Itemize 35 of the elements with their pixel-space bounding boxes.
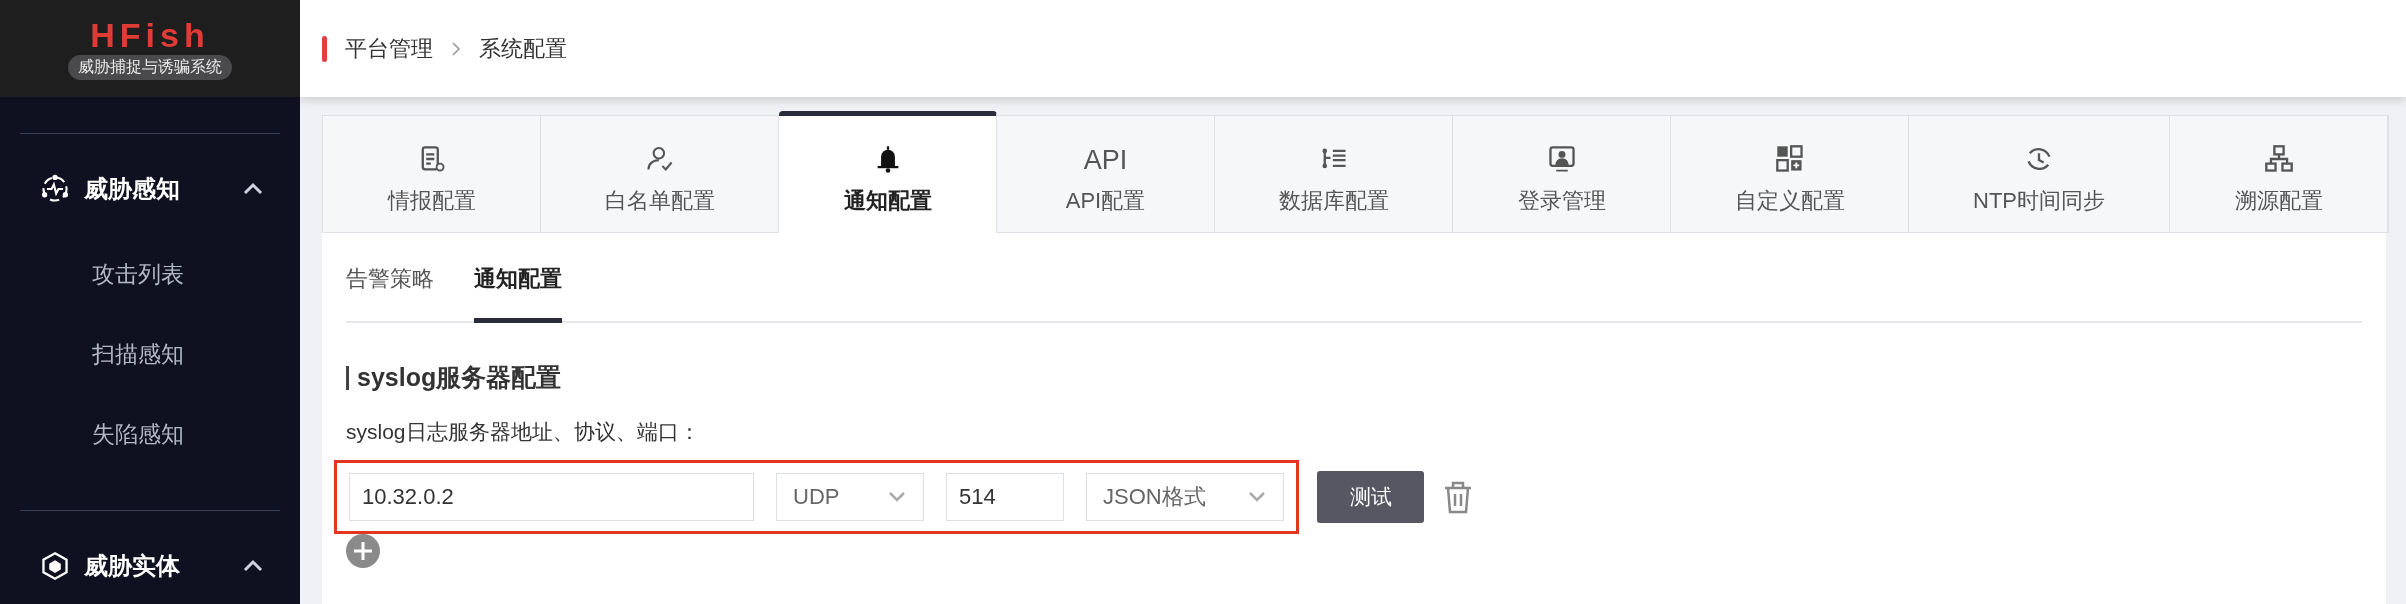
monitor-user-icon	[1546, 144, 1577, 174]
logo-subtitle: 威胁捕捉与诱骗系统	[68, 55, 232, 80]
network-icon	[2263, 144, 2294, 174]
menu-group-title[interactable]: 威胁感知	[84, 173, 242, 205]
protocol-dropdown[interactable]: UDP	[776, 473, 924, 521]
tab[interactable]: 通知配置	[474, 264, 562, 323]
field-label: syslog日志服务器地址、协议、端口：	[346, 419, 701, 445]
menu-group-title[interactable]: 威胁实体	[84, 550, 242, 582]
trash-icon[interactable]	[1442, 480, 1474, 514]
port-field[interactable]: 514	[946, 473, 1064, 521]
format-dropdown[interactable]: JSON格式	[1086, 473, 1284, 521]
menu-item[interactable]: 攻击列表	[0, 234, 184, 314]
tab[interactable]: 告警策略	[346, 264, 434, 323]
tab-icon-text: API	[1083, 146, 1128, 174]
caret-icon[interactable]	[242, 559, 264, 573]
pulse-icon	[40, 174, 70, 204]
section-title: syslog服务器配置	[357, 362, 562, 393]
breadcrumb-item[interactable]: 平台管理	[345, 33, 433, 64]
cube-icon	[40, 551, 70, 581]
grid-plus-icon	[1774, 144, 1805, 174]
heading-marker	[346, 365, 349, 390]
user-check-icon	[644, 144, 675, 174]
address-field[interactable]: 10.32.0.2	[349, 473, 754, 521]
chevron-down-icon	[1247, 491, 1267, 503]
chevron-right-icon	[451, 40, 461, 57]
chevron-down-icon	[887, 491, 907, 503]
logo: HFish	[90, 17, 210, 53]
tab[interactable]: 通知配置	[779, 111, 997, 233]
menu-item[interactable]: 扫描感知	[0, 314, 184, 394]
menu-item[interactable]: 失陷感知	[0, 394, 184, 474]
test-button[interactable]: 测试	[1317, 471, 1424, 523]
add-icon[interactable]	[346, 534, 380, 568]
caret-icon[interactable]	[242, 182, 264, 196]
breadcrumb-marker	[322, 35, 327, 62]
breadcrumb-item: 系统配置	[479, 34, 567, 63]
